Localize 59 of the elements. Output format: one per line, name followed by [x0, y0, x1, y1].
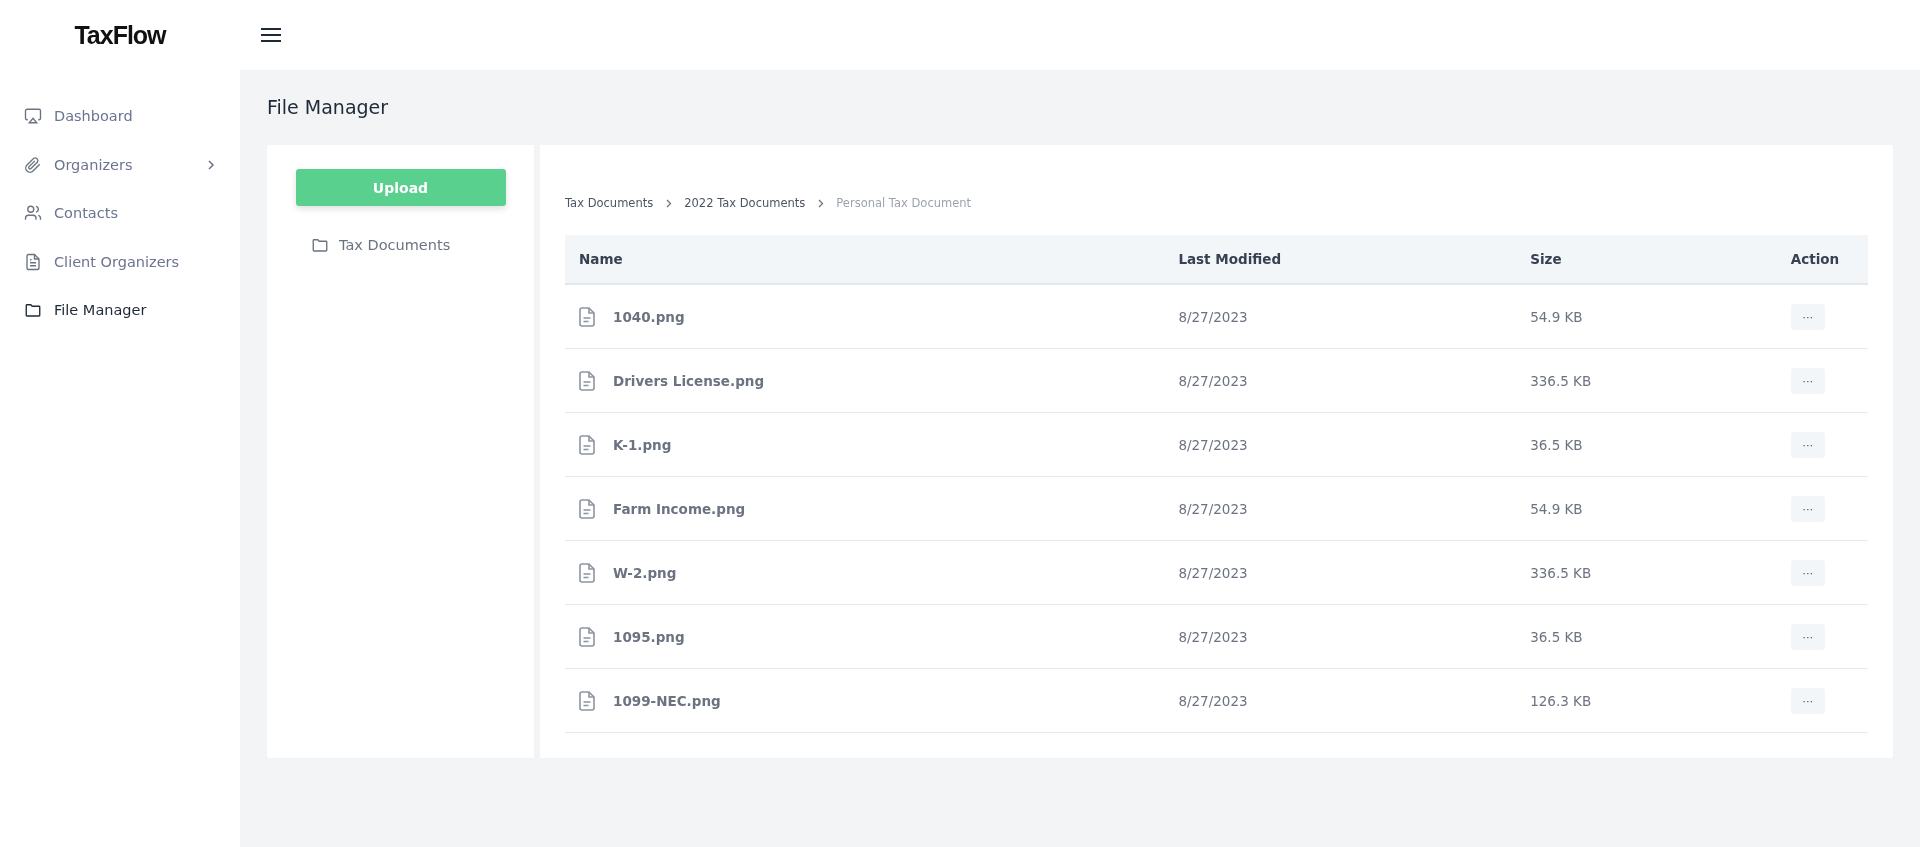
monitor-icon [24, 107, 42, 126]
table-cell: 8/27/2023 [1178, 500, 1248, 517]
sidebar-item[interactable]: File Manager [0, 286, 240, 335]
folder-item[interactable]: Tax Documents [311, 236, 534, 254]
sidebar-item[interactable]: Contacts [0, 189, 240, 238]
breadcrumb-link[interactable]: 2022 Tax Documents [684, 196, 806, 210]
page-title: File Manager [267, 96, 390, 118]
table-cell: 8/27/2023 [1178, 628, 1248, 645]
file-name[interactable]: W-2.png [613, 564, 677, 581]
file-name[interactable]: 1095.png [613, 628, 685, 645]
breadcrumb-link[interactable]: Tax Documents [565, 196, 654, 210]
table-cell: 54.9 KB [1530, 308, 1583, 325]
file-name[interactable]: Farm Income.png [613, 500, 746, 517]
column-header: Size [1516, 235, 1777, 284]
table-cell: 8/27/2023 [1178, 436, 1248, 453]
table-cell: 8/27/2023 [1178, 372, 1248, 389]
sidebar-item[interactable]: Client Organizers [0, 237, 240, 286]
people-icon [24, 204, 42, 223]
chevron-icon [206, 159, 216, 170]
more-actions-button[interactable]: ··· [1790, 495, 1825, 522]
more-actions-button[interactable]: ··· [1790, 431, 1825, 458]
more-actions-button[interactable]: ··· [1790, 303, 1825, 330]
chevron-icon [817, 198, 825, 208]
file-name[interactable]: 1040.png [613, 308, 685, 325]
table-cell: 336.5 KB [1530, 372, 1592, 389]
more-actions-button[interactable]: ··· [1790, 623, 1825, 650]
table-cell: 54.9 KB [1530, 500, 1583, 517]
table-cell: 126.3 KB [1530, 692, 1592, 709]
file-icon [579, 306, 595, 327]
column-header: Name [565, 235, 1165, 284]
file-name[interactable]: Drivers License.png [613, 372, 765, 389]
table-cell: 36.5 KB [1530, 436, 1583, 453]
file-icon [579, 434, 595, 455]
table-cell: 336.5 KB [1530, 564, 1592, 581]
chevron-icon [665, 198, 673, 208]
document-icon [24, 252, 42, 271]
file-icon [579, 370, 595, 391]
more-actions-button[interactable]: ··· [1790, 367, 1825, 394]
file-name[interactable]: 1099-NEC.png [613, 692, 721, 709]
file-icon [579, 498, 595, 519]
table-cell: 36.5 KB [1530, 628, 1583, 645]
file-icon [579, 626, 595, 647]
menu-icon[interactable] [260, 27, 282, 43]
file-icon [579, 562, 595, 583]
folder-icon [24, 301, 42, 320]
sidebar-item[interactable]: Dashboard [0, 92, 240, 141]
folder-icon [311, 236, 329, 254]
app-logo: TaxFlow [73, 20, 168, 50]
sidebar-item[interactable]: Organizers [0, 140, 240, 189]
column-header: Last Modified [1164, 235, 1517, 284]
table-cell: 8/27/2023 [1178, 692, 1248, 709]
more-actions-button[interactable]: ··· [1790, 559, 1825, 586]
paperclip-icon [24, 155, 42, 174]
table-cell: 8/27/2023 [1178, 308, 1248, 325]
table-cell: 8/27/2023 [1178, 564, 1248, 581]
file-name[interactable]: K-1.png [613, 436, 672, 453]
column-header: Action [1776, 235, 1868, 284]
more-actions-button[interactable]: ··· [1790, 687, 1825, 714]
file-icon [579, 690, 595, 711]
